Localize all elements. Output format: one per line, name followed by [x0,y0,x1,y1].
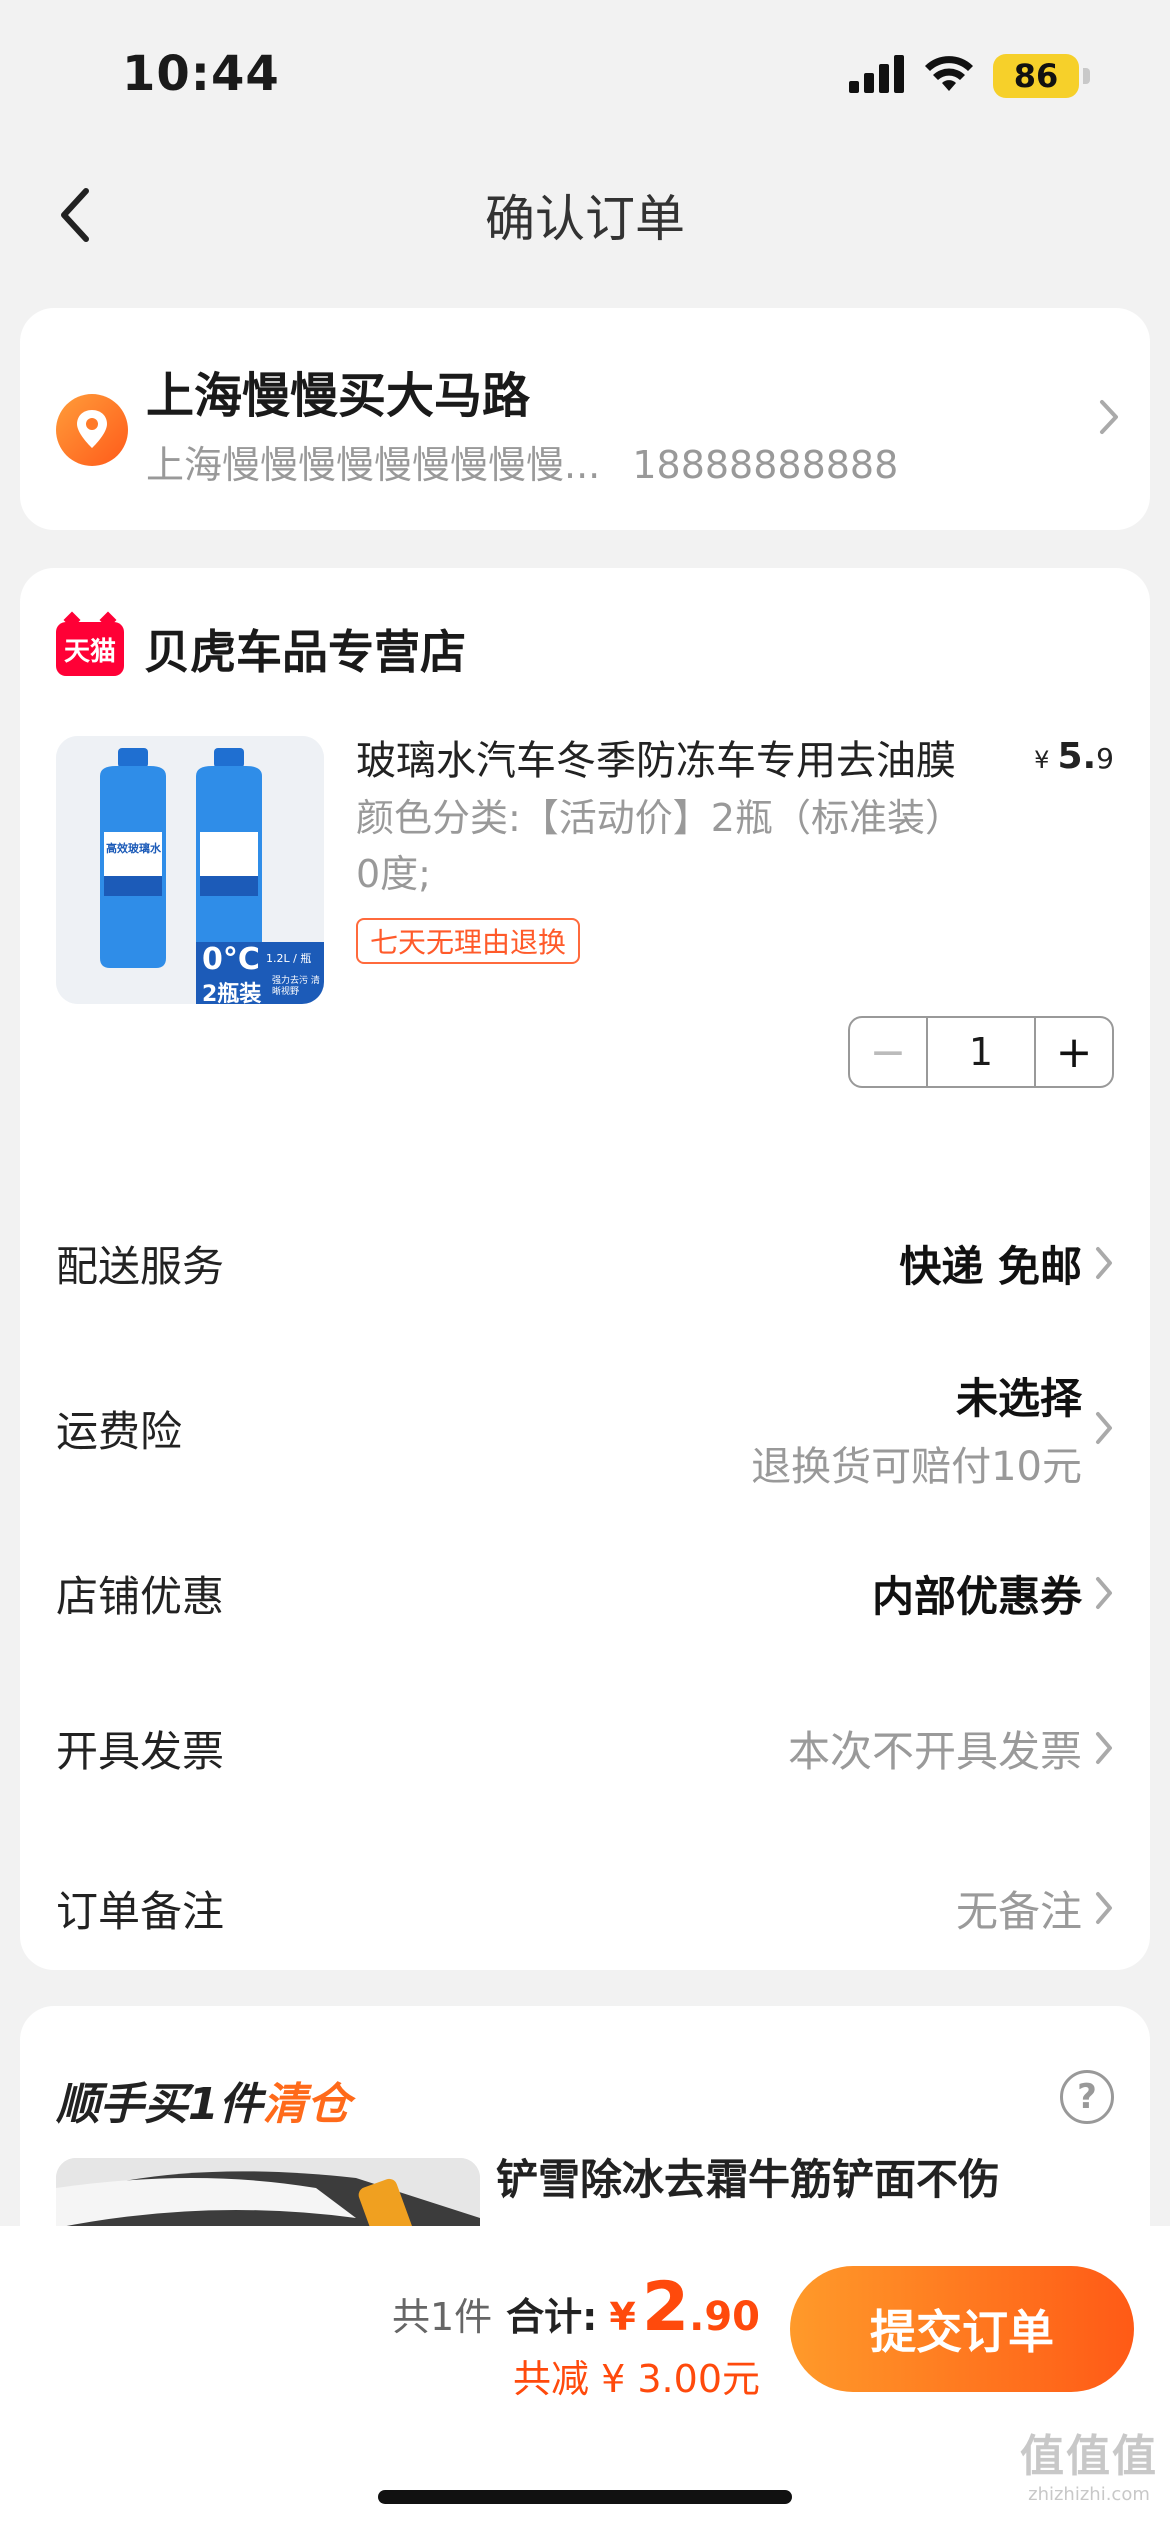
row-order-note[interactable]: 订单备注 无备注 [56,1828,1114,1988]
status-icons: 86 [849,54,1090,98]
addon-product-title[interactable]: 铲雪除冰去霜牛筋铲面不伤 [496,2146,1000,2207]
delivery-value: 快递 免邮 [899,1241,1082,1291]
saved-amount: 共减 ¥ 3.00元 [513,2357,760,2401]
product-image-brand: 高效玻璃水 [106,842,161,855]
address-title: 上海慢慢买大马路 [146,368,531,424]
invoice-label: 开具发票 [56,1726,225,1776]
product-image[interactable]: 高效玻璃水 0°C 1.2L / 瓶 2瓶装 强力去污 清晰视野 [56,736,324,1004]
product-image-pack: 2瓶装 [202,982,262,1004]
signal-icon [849,55,905,97]
item-count: 共1件 [391,2295,493,2339]
chevron-right-icon [1096,1247,1112,1279]
insurance-sub: 退换货可赔付10元 [751,1443,1082,1490]
product-spec[interactable]: 颜色分类:【活动价】2瓶（标准装）0度; [356,790,956,902]
price-int: 5. [1057,736,1097,777]
shop-name: 贝虎车品专营店 [144,625,466,679]
row-shipping-insurance[interactable]: 运费险 未选择 退换货可赔付10元 [56,1338,1114,1518]
return-policy-tag: 七天无理由退换 [356,918,581,964]
invoice-value: 本次不开具发票 [787,1726,1082,1776]
address-phone: 18888888888 [632,443,899,487]
product-image-note: 强力去污 清晰视野 [272,976,320,997]
product-image-temp: 0°C [202,942,260,977]
note-value: 无备注 [955,1886,1082,1936]
note-value-group: 无备注 [956,1878,1114,1939]
address-card[interactable]: 上海慢慢买大马路 上海慢慢慢慢慢慢慢慢慢... 18888888888 [20,308,1150,530]
total-label: 合计: [506,2295,598,2339]
address-detail-line: 上海慢慢慢慢慢慢慢慢慢... 18888888888 [146,434,898,489]
insurance-value: 未选择 [955,1373,1082,1423]
chevron-right-icon [1096,1577,1112,1609]
battery-indicator: 86 [993,54,1079,98]
product-title[interactable]: 玻璃水汽车冬季防冻车专用去油膜 [356,728,956,786]
discount-label: 店铺优惠 [56,1571,225,1621]
chevron-right-icon [1096,1892,1112,1924]
help-icon[interactable]: ? [1060,2070,1114,2124]
total-int: 2 [641,2268,690,2347]
price-currency: ¥ [1034,746,1050,774]
page-title: 确认订单 [485,190,685,248]
addon-title: 顺手买1件清仓 [56,2068,351,2132]
address-detail: 上海慢慢慢慢慢慢慢慢慢... [146,443,601,487]
insurance-value-block: 未选择 退换货可赔付10元 [751,1365,1082,1492]
total-line: 共1件 合计: ¥ 2 .90 [392,2268,760,2347]
submit-order-button[interactable]: 提交订单 [790,2266,1134,2392]
wifi-icon [923,55,975,97]
quantity-stepper: − 1 + [848,1016,1114,1088]
delivery-label: 配送服务 [56,1241,225,1291]
watermark: 值值值 zhizhizhi.com [1020,2420,1158,2505]
order-card: 天猫 贝虎车品专营店 高效玻璃水 0°C 1.2L / 瓶 2瓶装 强力去污 清… [20,568,1150,1970]
invoice-value-group: 本次不开具发票 [788,1718,1114,1779]
insurance-label: 运费险 [56,1406,183,1456]
insurance-value-group: 未选择 退换货可赔付10元 [751,1365,1114,1492]
addon-title-accent: 清仓 [262,2079,351,2130]
row-shop-discount[interactable]: 店铺优惠 内部优惠券 [56,1518,1114,1668]
quantity-plus-button[interactable]: + [1034,1018,1112,1086]
order-confirm-page: 10:44 86 确认订单 上海慢慢买大马路 上海慢慢慢慢慢慢慢慢慢... 18… [0,0,1170,2532]
checkout-bar: 共1件 合计: ¥ 2 .90 共减 ¥ 3.00元 提交订单 值值值 zhiz… [0,2226,1170,2532]
quantity-minus-button[interactable]: − [850,1018,928,1086]
nav-bar: 确认订单 [0,150,1170,280]
watermark-url: zhizhizhi.com [1028,2484,1150,2505]
delivery-value-group: 快递 免邮 [899,1233,1114,1294]
quantity-value[interactable]: 1 [928,1018,1034,1086]
status-time: 10:44 [122,46,280,102]
note-label: 订单备注 [56,1886,225,1936]
home-indicator[interactable] [378,2490,792,2504]
row-delivery[interactable]: 配送服务 快递 免邮 [56,1188,1114,1338]
chevron-right-icon [1096,1412,1112,1444]
total-currency: ¥ [609,2295,636,2339]
shop-header[interactable]: 天猫 贝虎车品专营店 [56,616,466,682]
status-bar: 10:44 86 [0,0,1170,150]
product-price: ¥5.9 [1034,736,1114,777]
chevron-right-icon [1096,1732,1112,1764]
back-button[interactable] [40,180,110,250]
discount-value-group: 内部优惠券 [872,1563,1114,1624]
location-pin-icon [56,394,128,466]
product-image-volume: 1.2L / 瓶 [266,952,312,965]
chevron-left-icon [61,188,89,242]
price-dec: 9 [1096,742,1114,775]
total-dec: .90 [689,2294,760,2340]
tmall-badge: 天猫 [56,622,124,676]
discount-value: 内部优惠券 [871,1571,1082,1621]
addon-title-main: 顺手买1件 [56,2079,263,2130]
battery-cap [1083,68,1090,84]
watermark-logo: 值值值 [1020,2431,1158,2482]
row-invoice[interactable]: 开具发票 本次不开具发票 [56,1668,1114,1828]
chevron-right-icon [1098,398,1120,440]
